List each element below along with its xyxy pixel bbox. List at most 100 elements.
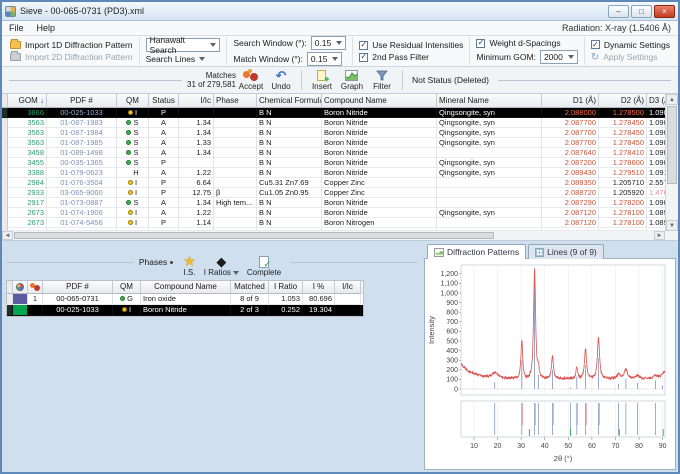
column-header[interactable]: QM: [113, 281, 141, 294]
i-ratios-label: I Ratios: [204, 268, 231, 277]
column-header[interactable]: PDF #: [43, 281, 113, 294]
table-row[interactable]: 338801-079-0623HA1.22B NBoron NitrideQin…: [2, 168, 665, 178]
column-header[interactable]: Status: [149, 94, 179, 108]
column-header[interactable]: Compound Name: [322, 94, 437, 108]
table-cell: [335, 294, 361, 305]
weight-d-checkbox[interactable]: [476, 39, 485, 48]
table-cell: Qingsongite, syn: [437, 128, 542, 138]
table-row[interactable]: 356301-087-1983SA1.34B NBoron NitrideQin…: [2, 118, 665, 128]
horizontal-scrollbar[interactable]: ◄ ►: [2, 231, 678, 241]
weight-d-option[interactable]: Weight d-Spacings: [476, 38, 577, 48]
column-header[interactable]: GOM ↓: [8, 94, 47, 108]
second-pass-checkbox[interactable]: [359, 53, 368, 62]
table-row[interactable]: 267301-074-5456IP1.14B NBoron Nitrogen2.…: [2, 218, 665, 228]
min-gom-select[interactable]: 2000: [540, 50, 578, 64]
table-cell: 00-025-1033: [43, 305, 113, 316]
table-cell: 2.087120: [542, 208, 599, 218]
import-1d-button[interactable]: Import 1D Diffraction Pattern: [10, 40, 133, 50]
scroll-up-arrow[interactable]: ▲: [666, 94, 678, 105]
match-window-select[interactable]: 0.15: [307, 52, 343, 66]
qm-dot-icon: [122, 307, 127, 312]
use-residual-option[interactable]: Use Residual Intensities: [359, 40, 463, 50]
column-header[interactable]: [28, 281, 43, 294]
insert-button[interactable]: Insert: [309, 70, 335, 91]
vertical-scrollbar[interactable]: ▲ ▼: [665, 94, 678, 231]
column-header[interactable]: D3 (Å): [647, 94, 665, 108]
table-cell: 01-087-1985: [47, 138, 117, 148]
phase-row[interactable]: 00-025-1033IBoron Nitride2 of 30.25219.3…: [7, 305, 363, 316]
table-row[interactable]: 386600-025-1033IPB NBoron NitrideQingson…: [2, 108, 665, 118]
table-cell: 8 of 9: [231, 294, 269, 305]
table-row[interactable]: 345801-089-1498SA1.34B NBoron Nitride2.0…: [2, 148, 665, 158]
maximize-button[interactable]: □: [631, 5, 652, 18]
minimize-button[interactable]: –: [608, 5, 629, 18]
table-cell: [214, 218, 257, 228]
column-header[interactable]: I Ratio: [269, 281, 303, 294]
horizontal-scroll-thumb[interactable]: [14, 232, 494, 239]
table-row[interactable]: 291701-073-0887SA1.34High tem...B NBoron…: [2, 198, 665, 208]
chevron-down-icon: [210, 43, 216, 47]
phases-toolbar: Phases ★ I.S. ◆ I Ratios Complete: [2, 244, 422, 280]
column-header[interactable]: I %: [303, 281, 335, 294]
table-cell: 1.34: [179, 128, 214, 138]
tab-diffraction-patterns[interactable]: Diffraction Patterns: [427, 244, 526, 259]
phase-row[interactable]: 100-065-0731GIron oxide8 of 91.05380.696: [7, 294, 363, 305]
table-cell: 1.278410: [599, 148, 647, 158]
search-window-select[interactable]: 0.15: [311, 36, 347, 50]
chevron-down-icon: [233, 271, 239, 275]
column-header[interactable]: Chemical Formula: [257, 94, 322, 108]
complete-button[interactable]: Complete: [247, 247, 281, 277]
menu-file[interactable]: File: [9, 23, 24, 33]
dynamic-settings-option[interactable]: Dynamic Settings: [591, 40, 670, 50]
match-window-label: Match Window (°):: [233, 54, 303, 64]
accept-button[interactable]: Accept: [238, 70, 264, 91]
matches-label: Matches: [206, 71, 236, 80]
is-button[interactable]: ★ I.S.: [183, 247, 196, 277]
column-header[interactable]: Compound Name: [141, 281, 231, 294]
column-header[interactable]: Mineral Name: [437, 94, 542, 108]
table-row[interactable]: 298401-076-3504IP6.64Cu5.31 Zn7.69Copper…: [2, 178, 665, 188]
table-row[interactable]: 356301-087-1984SA1.34B NBoron NitrideQin…: [2, 128, 665, 138]
table-row[interactable]: 267301-074-1906IA1.22B NBoron NitrideQin…: [2, 208, 665, 218]
table-row[interactable]: 356301-087-1985SA1.33B NBoron NitrideQin…: [2, 138, 665, 148]
scroll-right-arrow[interactable]: ►: [654, 231, 665, 240]
apply-settings-label: Apply Settings: [603, 52, 657, 62]
column-header[interactable]: PDF #: [47, 94, 117, 108]
table-row[interactable]: 293303-065-9060IP12.75βCu1.05 Zn0.95Copp…: [2, 188, 665, 198]
graph-button[interactable]: Graph: [339, 70, 365, 91]
column-header[interactable]: D2 (Å): [599, 94, 647, 108]
table-cell: 1.08996: [647, 208, 665, 218]
table-cell: G: [113, 294, 141, 305]
column-header[interactable]: I/Ic: [179, 94, 214, 108]
column-header[interactable]: I/Ic: [335, 281, 361, 294]
diffraction-chart: 01002003004005006007008009001,0001,1001,…: [425, 259, 675, 469]
search-lines-button[interactable]: Search Lines: [146, 54, 221, 64]
table-cell: 2.087120: [542, 218, 599, 228]
scroll-left-arrow[interactable]: ◄: [2, 231, 13, 240]
apply-settings-button: ↻ Apply Settings: [591, 52, 670, 63]
use-residual-checkbox[interactable]: [359, 41, 368, 50]
second-pass-option[interactable]: 2nd Pass Filter: [359, 52, 463, 62]
table-cell: 2933: [8, 188, 47, 198]
table-row[interactable]: 345500-035-1365SPB NBoron NitrideQingson…: [2, 158, 665, 168]
column-header[interactable]: [13, 281, 28, 294]
scroll-down-arrow[interactable]: ▼: [666, 220, 678, 231]
search-mode-select[interactable]: Hanawalt Search: [146, 38, 221, 52]
tab-lines[interactable]: Lines (9 of 9): [528, 244, 604, 259]
filter-button[interactable]: Filter: [369, 70, 395, 91]
column-header[interactable]: Matched: [231, 281, 269, 294]
table-cell: S: [117, 158, 149, 168]
menu-help[interactable]: Help: [37, 23, 56, 33]
table-cell: 1.09022: [647, 148, 665, 158]
dynamic-settings-checkbox[interactable]: [591, 40, 600, 49]
table-cell: 01-087-1983: [47, 118, 117, 128]
grid-icon: [535, 248, 544, 257]
close-button[interactable]: ×: [654, 5, 675, 18]
column-header[interactable]: QM: [117, 94, 149, 108]
table-cell: A: [149, 138, 179, 148]
i-ratios-button[interactable]: ◆ I Ratios: [204, 247, 239, 277]
undo-button[interactable]: ↶ Undo: [268, 70, 294, 91]
column-header[interactable]: D1 (Å): [542, 94, 599, 108]
column-header[interactable]: Phase: [214, 94, 257, 108]
vertical-scroll-thumb[interactable]: [667, 106, 677, 184]
